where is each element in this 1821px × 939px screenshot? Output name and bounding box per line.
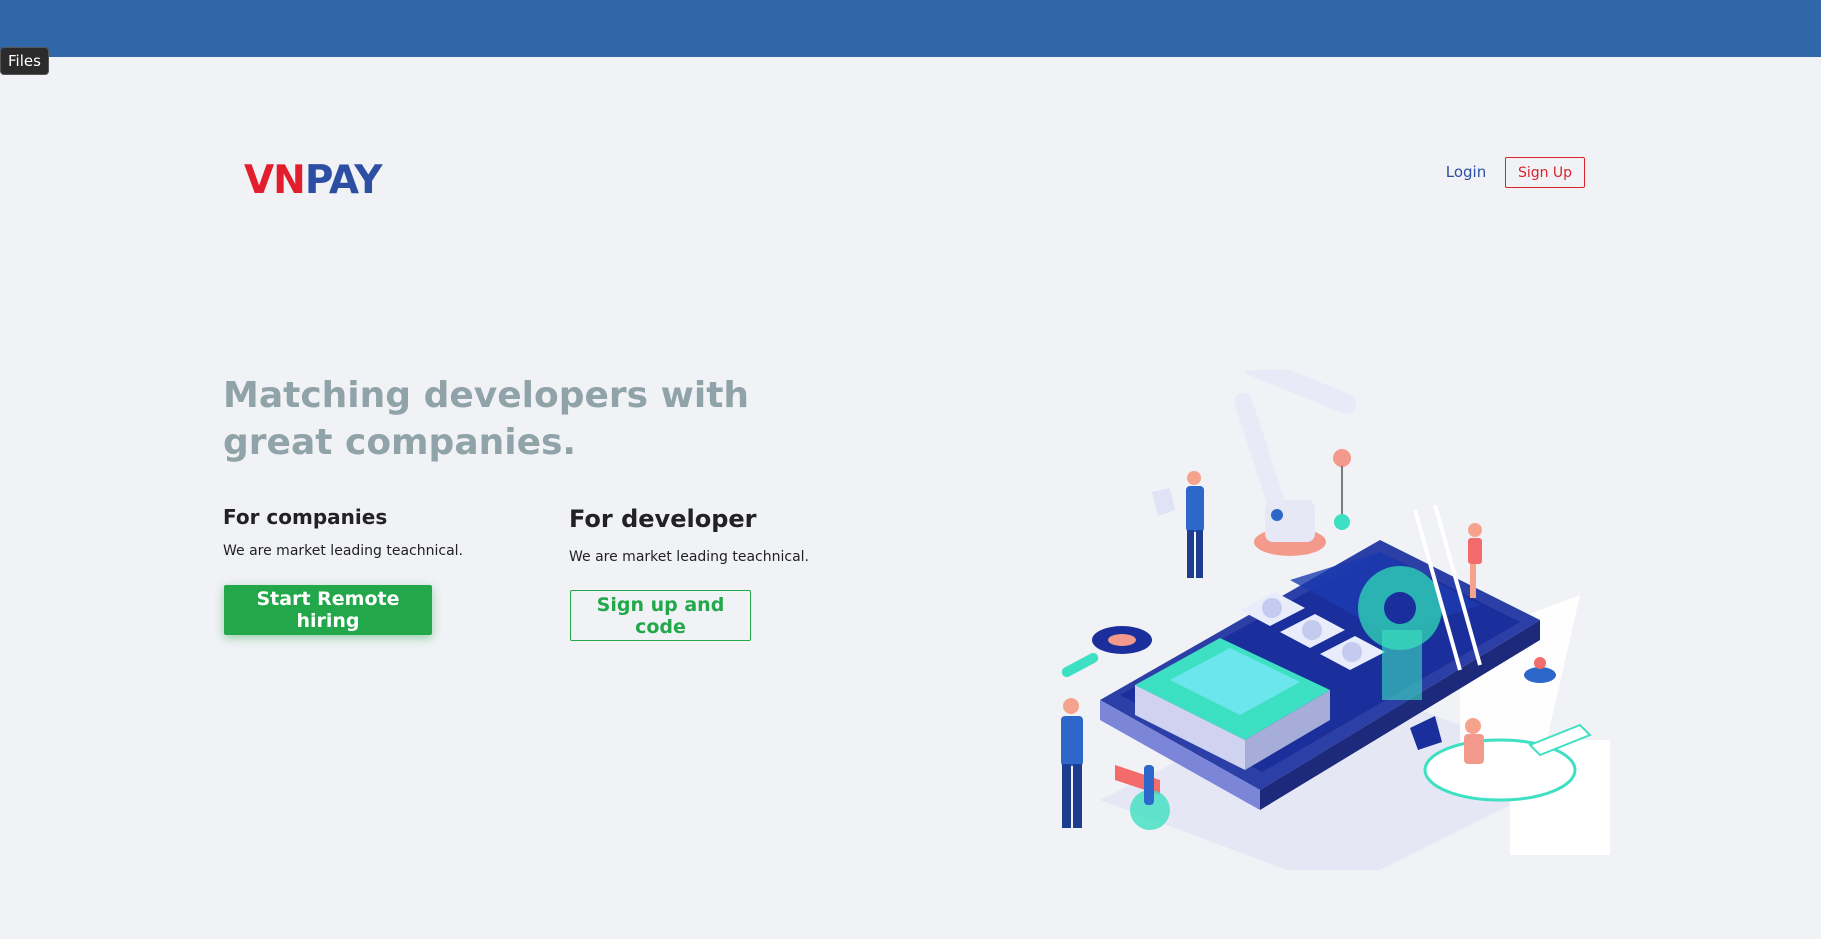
- top-bar: [0, 0, 1821, 57]
- developer-description: We are market leading teachnical.: [569, 549, 810, 565]
- logo-pay-text: PAY: [304, 158, 383, 203]
- files-tooltip: Files: [0, 47, 49, 75]
- logo-vn-text: VN: [244, 158, 306, 203]
- sign-up-button[interactable]: Sign Up: [1505, 157, 1585, 188]
- start-remote-hiring-button[interactable]: Start Remote hiring: [224, 585, 432, 635]
- isometric-illustration: [1061, 370, 1610, 870]
- vnpay-logo[interactable]: VNPAY: [244, 158, 383, 203]
- developer-title: For developer: [569, 505, 757, 533]
- login-link[interactable]: Login: [1436, 157, 1496, 187]
- companies-description: We are market leading teachnical.: [223, 543, 464, 559]
- hero-title: Matching developers with great companies…: [223, 375, 750, 463]
- sign-up-and-code-button[interactable]: Sign up and code: [570, 590, 751, 641]
- companies-title: For companies: [223, 505, 388, 529]
